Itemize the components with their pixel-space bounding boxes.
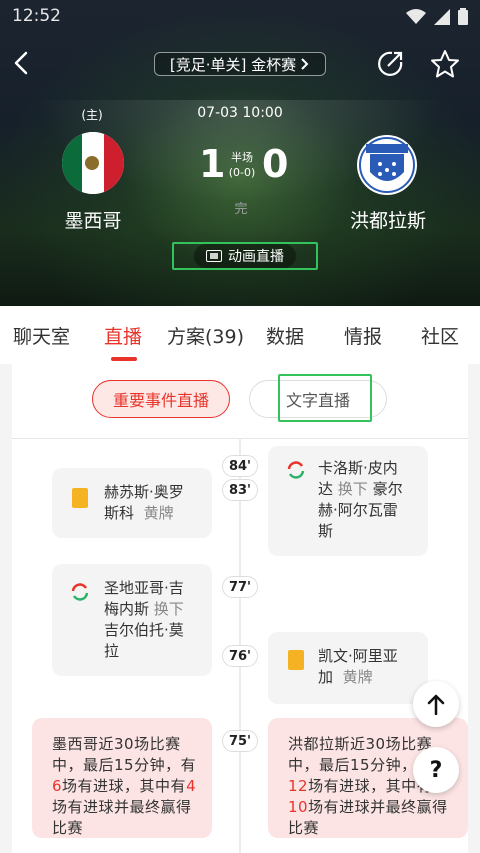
yellow-card-icon bbox=[288, 650, 304, 670]
honduras-logo[interactable] bbox=[356, 134, 418, 196]
live-content: 重要事件直播 文字直播 84' 83' 77' 76' 75' 赫苏斯·奥罗 斯… bbox=[12, 364, 468, 853]
player-in-name-end: 斯 bbox=[318, 522, 334, 540]
player-name: 赫苏斯·奥罗 bbox=[104, 483, 184, 501]
event-text: 圣地亚哥·吉 梅内斯 换下 吉尔伯托·莫 拉 bbox=[104, 578, 184, 662]
away-team-name: 洪都拉斯 bbox=[349, 210, 426, 232]
animation-live-label: 动画直播 bbox=[228, 249, 284, 265]
text-live-button[interactable]: 文字直播 bbox=[249, 380, 387, 418]
player-in-name: 豪尔 bbox=[372, 480, 403, 498]
wifi-icon bbox=[406, 8, 426, 24]
help-button[interactable]: ? bbox=[413, 747, 459, 793]
event-card-84[interactable]: 卡洛斯·皮内 达 换下 豪尔 赫·阿尔瓦雷 斯 bbox=[268, 446, 428, 556]
sub-tag: 换下 bbox=[153, 600, 184, 618]
tab-plans[interactable]: 方案(39) bbox=[167, 322, 244, 349]
substitution-icon bbox=[71, 583, 89, 601]
stat-number: 4 bbox=[186, 777, 197, 795]
tab-intel[interactable]: 情报 bbox=[344, 322, 382, 349]
player-name: 凯文·阿里亚 bbox=[318, 647, 398, 665]
stat-number: 12 bbox=[288, 777, 309, 795]
player-name-part: 斯科 bbox=[104, 504, 135, 522]
stat-line-text: 场有进球并最终赢得 bbox=[308, 798, 448, 816]
minute-badge: 83' bbox=[222, 479, 258, 501]
tab-underline bbox=[111, 357, 137, 361]
key-events-button[interactable]: 重要事件直播 bbox=[92, 380, 230, 418]
sub-line: 达 换下 豪尔 bbox=[318, 479, 403, 500]
player-name-cont: 斯科 黄牌 bbox=[104, 503, 184, 524]
yellow-card-icon bbox=[72, 488, 88, 508]
minute-badge: 75' bbox=[222, 730, 258, 752]
stat-line: 6场有进球，其中有4 bbox=[52, 776, 212, 797]
half-time: 半场 (0-0) bbox=[222, 150, 262, 180]
match-header: 12:52 [竞足·单关] 金杯赛 (主) 07-03 10:00 墨西哥 洪都… bbox=[0, 0, 480, 306]
tab-community[interactable]: 社区 bbox=[421, 322, 459, 349]
substitution-icon bbox=[287, 461, 305, 479]
tab-bar: 聊天室 直播 方案(39) 数据 情报 社区 bbox=[0, 306, 480, 364]
event-text: 凯文·阿里亚 加 黄牌 bbox=[318, 646, 398, 688]
animation-live-button[interactable]: 动画直播 bbox=[172, 242, 318, 270]
stat-line: 中，最后15分钟，有 bbox=[52, 756, 197, 774]
stat-line: 场有进球并最终赢得 bbox=[52, 798, 192, 816]
stat-card-home: 墨西哥近30场比赛 中，最后15分钟，有 6场有进球，其中有4 场有进球并最终赢… bbox=[32, 718, 212, 838]
stat-text: 墨西哥近30场比赛 中，最后15分钟，有 6场有进球，其中有4 场有进球并最终赢… bbox=[52, 734, 212, 839]
stat-line: 墨西哥近30场比赛 bbox=[52, 735, 181, 753]
competition-selector[interactable]: [竞足·单关] 金杯赛 bbox=[154, 52, 326, 76]
mexico-logo[interactable] bbox=[62, 132, 124, 194]
status-bar: 12:52 bbox=[0, 0, 480, 34]
half-score: (0-0) bbox=[228, 166, 256, 179]
stat-line: 比赛 bbox=[52, 819, 84, 837]
card-tag: 黄牌 bbox=[342, 668, 373, 686]
stat-line: 比赛 bbox=[288, 819, 320, 837]
share-icon[interactable] bbox=[376, 50, 404, 78]
half-label: 半场 bbox=[231, 151, 253, 164]
animation-live-pill: 动画直播 bbox=[194, 244, 296, 268]
scroll-top-button[interactable] bbox=[413, 681, 459, 727]
event-card-83[interactable]: 赫苏斯·奥罗 斯科 黄牌 bbox=[52, 468, 212, 538]
home-team-name: 墨西哥 bbox=[64, 210, 122, 232]
star-icon[interactable] bbox=[430, 49, 460, 79]
player-in-name: 吉尔伯托·莫 bbox=[104, 621, 184, 639]
back-icon[interactable] bbox=[8, 48, 38, 78]
player-in-name-cont: 赫·阿尔瓦雷 bbox=[318, 501, 398, 519]
player-name-part: 加 bbox=[318, 668, 334, 686]
screen-icon bbox=[206, 250, 222, 262]
stat-number: 10 bbox=[288, 798, 309, 816]
stat-line-text: 场有进球，其中有 bbox=[308, 777, 433, 795]
minute-badge: 76' bbox=[222, 645, 258, 667]
card-tag: 黄牌 bbox=[143, 504, 174, 522]
tab-data[interactable]: 数据 bbox=[266, 322, 304, 349]
arrow-up-icon bbox=[427, 694, 445, 715]
sub-tag: 换下 bbox=[337, 480, 368, 498]
stat-line-text: 场有进球，其中有 bbox=[62, 777, 187, 795]
event-card-76[interactable]: 凯文·阿里亚 加 黄牌 bbox=[268, 632, 428, 704]
event-card-77[interactable]: 圣地亚哥·吉 梅内斯 换下 吉尔伯托·莫 拉 bbox=[52, 564, 212, 676]
match-datetime: 07-03 10:00 bbox=[197, 105, 283, 121]
tab-live[interactable]: 直播 bbox=[104, 322, 142, 349]
chevron-right-icon bbox=[301, 58, 309, 70]
battery-icon bbox=[458, 8, 468, 25]
minute-badge: 84' bbox=[222, 455, 258, 477]
status-icons bbox=[406, 8, 468, 25]
match-state: 完 bbox=[234, 202, 248, 217]
player-out-name: 卡洛斯·皮内 bbox=[318, 459, 398, 477]
player-in-name-end: 拉 bbox=[104, 642, 120, 660]
tab-chat[interactable]: 聊天室 bbox=[13, 322, 70, 349]
away-score: 0 bbox=[262, 142, 289, 186]
player-out-name: 圣地亚哥·吉 bbox=[104, 579, 184, 597]
signal-icon bbox=[434, 8, 450, 25]
player-name-part: 达 bbox=[318, 480, 334, 498]
home-tag: (主) bbox=[81, 108, 103, 122]
competition-label: [竞足·单关] 金杯赛 bbox=[169, 55, 297, 74]
status-time: 12:52 bbox=[12, 6, 61, 26]
minute-badge: 77' bbox=[222, 576, 258, 598]
event-text: 卡洛斯·皮内 达 换下 豪尔 赫·阿尔瓦雷 斯 bbox=[318, 458, 403, 542]
player-name-part: 梅内斯 bbox=[104, 600, 150, 618]
stat-line: 10场有进球并最终赢得 bbox=[288, 797, 468, 818]
player-name-cont: 加 黄牌 bbox=[318, 667, 398, 688]
event-text: 赫苏斯·奥罗 斯科 黄牌 bbox=[104, 482, 184, 524]
sub-line: 梅内斯 换下 bbox=[104, 599, 184, 620]
stat-number: 6 bbox=[52, 777, 63, 795]
